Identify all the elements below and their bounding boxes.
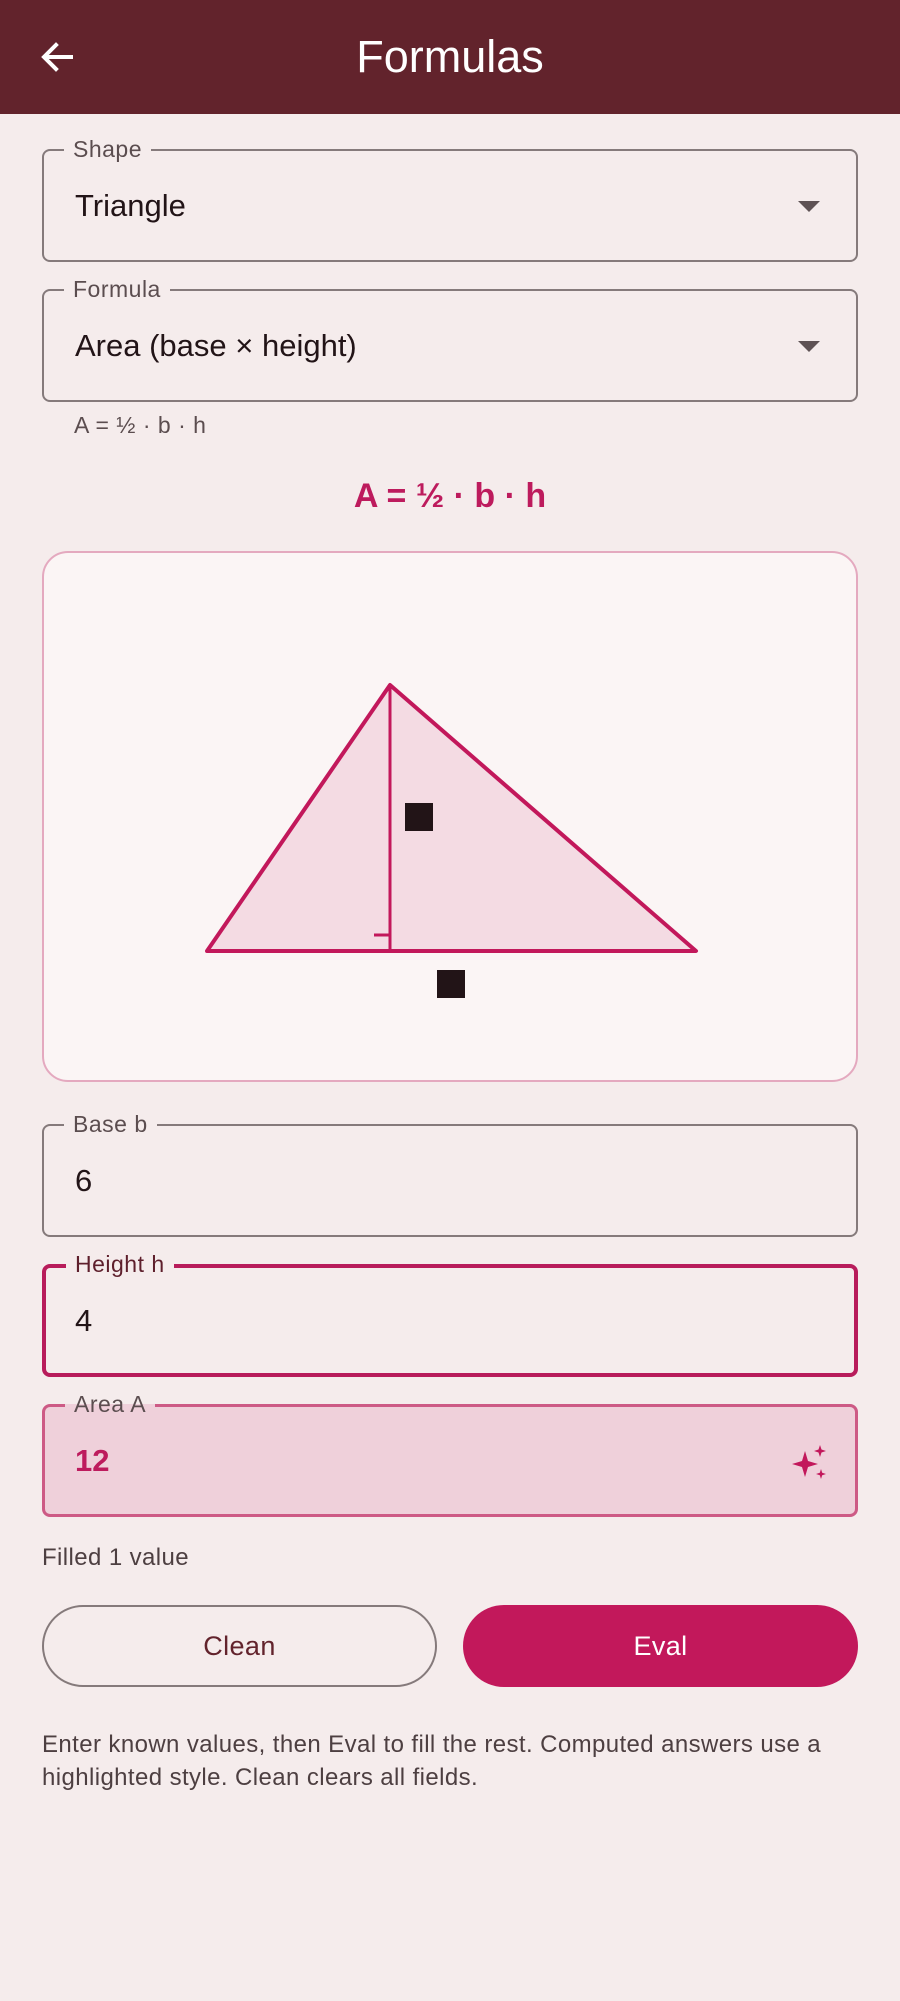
area-input-value: 12 <box>75 1443 110 1478</box>
height-label-glyph <box>405 803 433 831</box>
clean-button[interactable]: Clean <box>42 1605 437 1687</box>
shape-diagram-card <box>42 551 858 1082</box>
formula-helper-text: A = ½ · b · h <box>74 412 207 438</box>
area-input[interactable]: Area A 12 <box>42 1390 858 1517</box>
base-input-value: 6 <box>75 1163 93 1198</box>
sparkle-icon <box>792 1445 826 1479</box>
eval-button[interactable]: Eval <box>463 1605 858 1687</box>
app-bar: Formulas <box>0 0 900 114</box>
dropdown-arrow-icon <box>798 341 820 352</box>
formula-select[interactable]: Formula Area (base × height) <box>42 275 858 402</box>
instructions-text: Enter known values, then Eval to fill th… <box>42 1731 822 1791</box>
base-label-glyph <box>437 970 465 998</box>
dropdown-arrow-icon <box>798 201 820 212</box>
formula-select-value: Area (base × height) <box>75 328 357 363</box>
base-input[interactable]: Base b 6 <box>42 1110 858 1237</box>
page-title: Formulas <box>356 31 544 82</box>
height-input-value: 4 <box>75 1303 93 1338</box>
formula-heading: A = ½ · b · h <box>353 477 547 515</box>
height-input[interactable]: Height h 4 <box>42 1250 858 1377</box>
status-text: Filled 1 value <box>42 1544 190 1571</box>
triangle-shape <box>205 683 698 953</box>
triangle-diagram <box>205 683 698 998</box>
shape-select[interactable]: Shape Triangle <box>42 135 858 262</box>
shape-select-value: Triangle <box>75 188 186 223</box>
